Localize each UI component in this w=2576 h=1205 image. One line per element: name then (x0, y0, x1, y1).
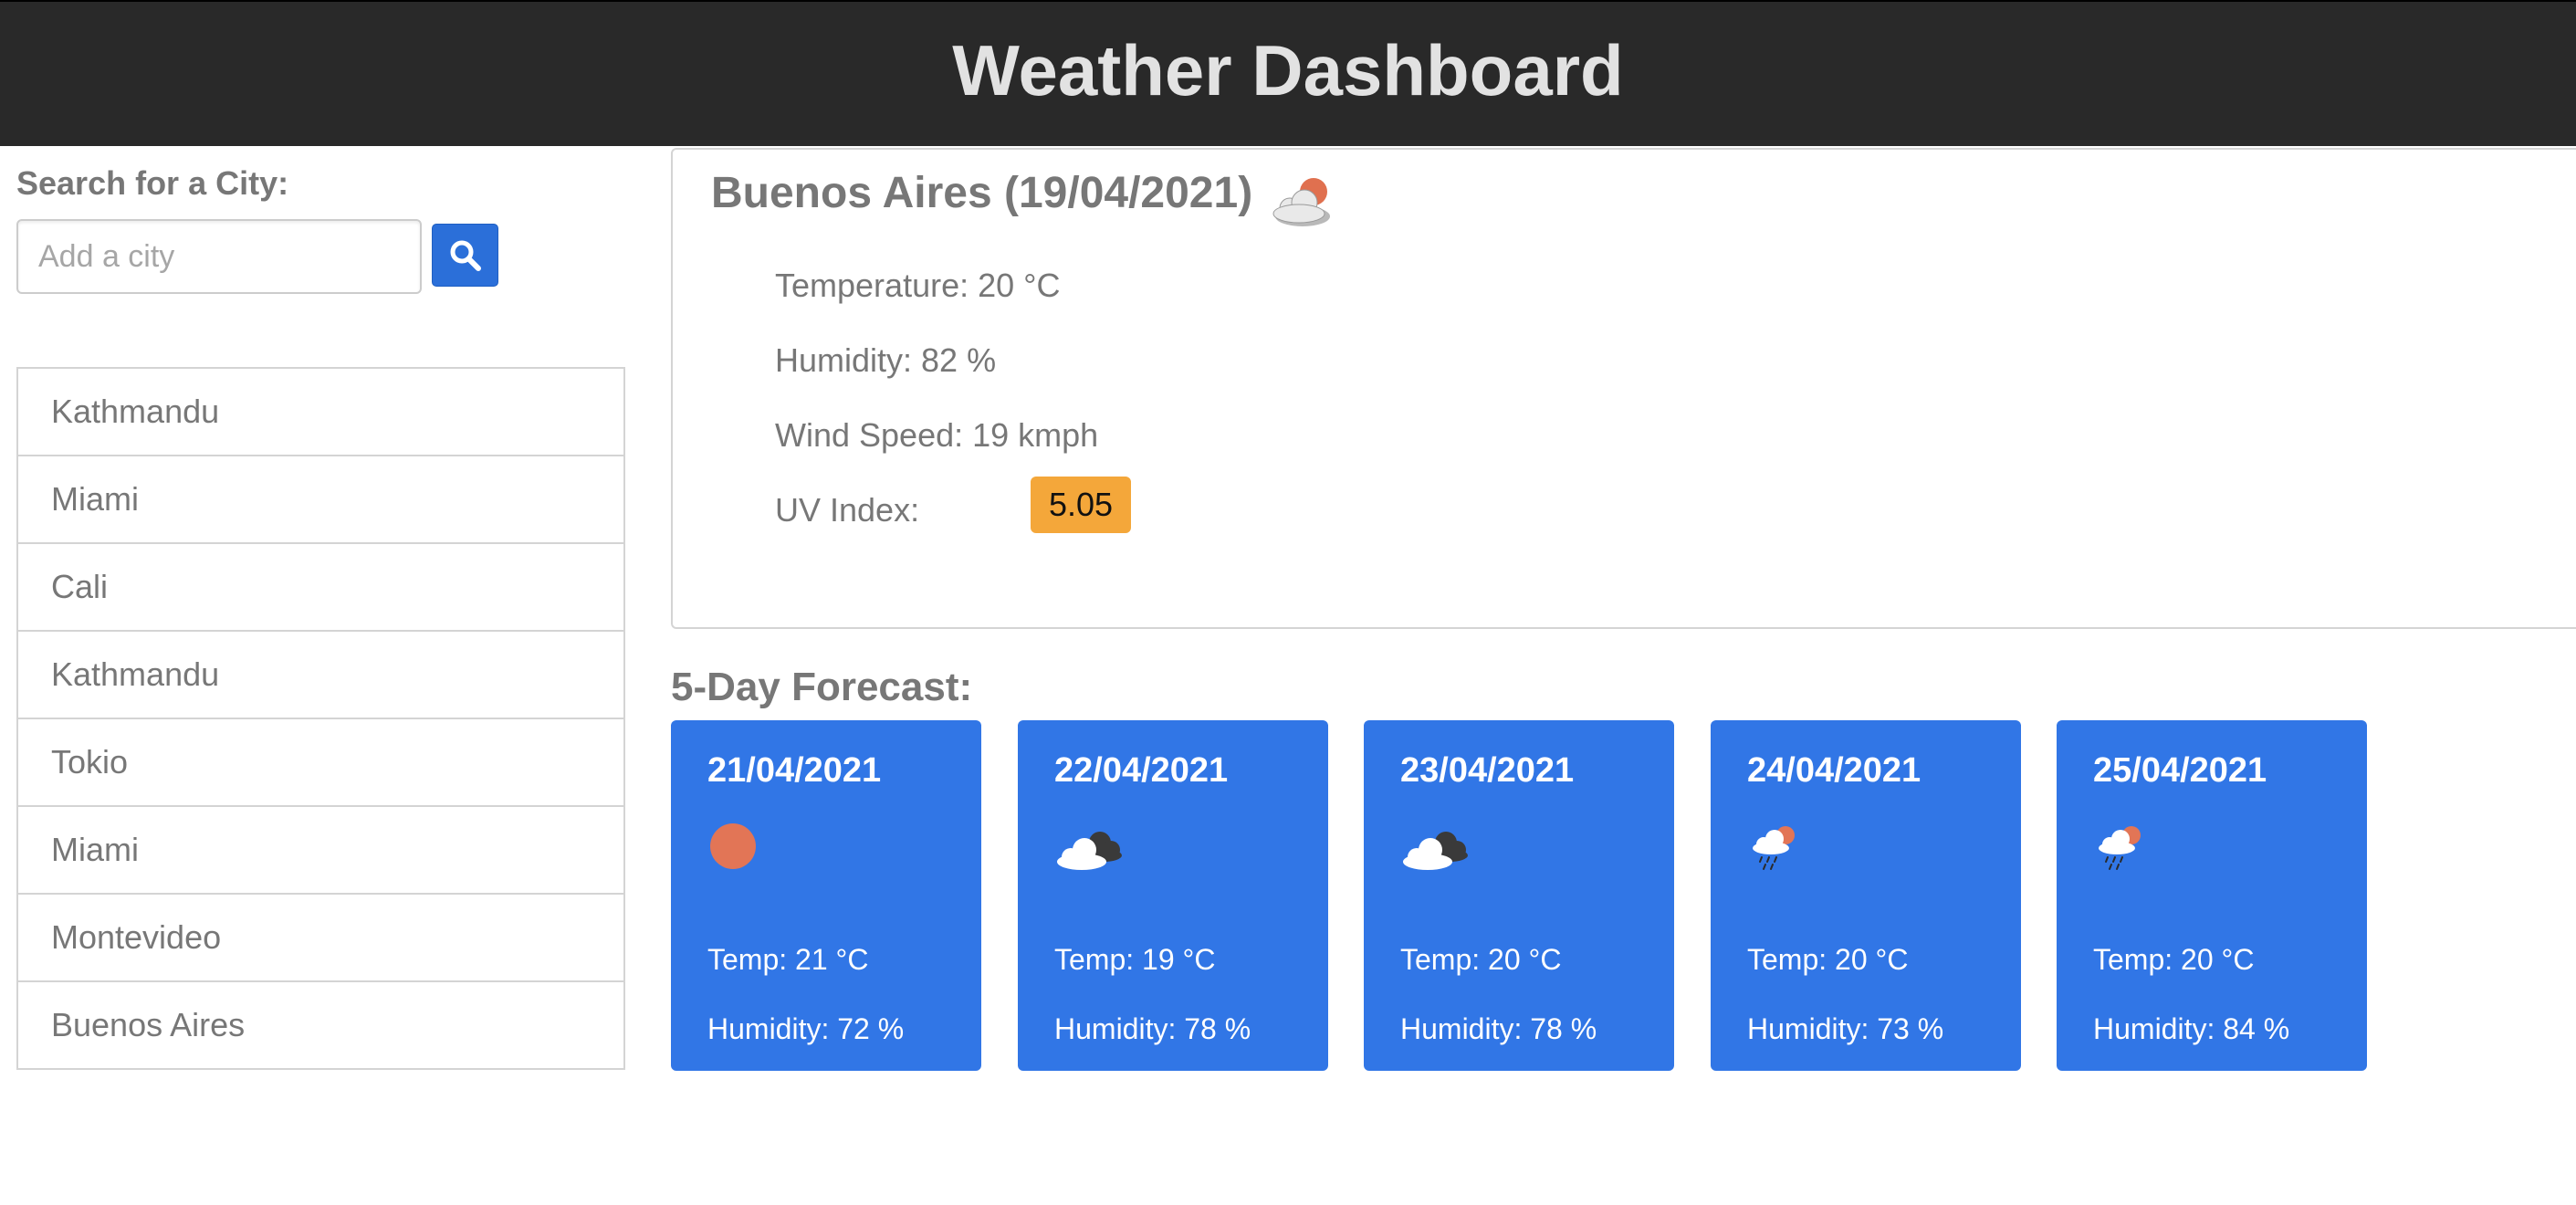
forecast-temp: Temp: 21 °C (707, 943, 869, 976)
page-header: Weather Dashboard (0, 0, 2576, 146)
forecast-date: 23/04/2021 (1400, 751, 1575, 790)
search-button[interactable] (432, 224, 498, 287)
forecast-date: 24/04/2021 (1747, 751, 1922, 790)
history-item-kathmandu[interactable]: Kathmandu (18, 632, 623, 719)
forecast-date: 21/04/2021 (707, 751, 882, 790)
history-item-kathmandu[interactable]: Kathmandu (18, 369, 623, 456)
broken-clouds-icon (1403, 832, 1468, 870)
forecast-temp: Temp: 20 °C (1747, 943, 1909, 976)
current-weather-panel: Buenos Aires (19/04/2021) Temperature: 2… (671, 148, 2576, 629)
page-title: Weather Dashboard (952, 30, 1624, 110)
forecast-humidity: Humidity: 72 % (707, 1012, 905, 1045)
forecast-temp: Temp: 20 °C (1400, 943, 1562, 976)
search-label: Search for a City: (16, 164, 289, 202)
history-item-tokio[interactable]: Tokio (18, 719, 623, 807)
current-humidity: Humidity: 82 % (775, 341, 997, 379)
forecast-date: 22/04/2021 (1054, 751, 1229, 790)
clear-sun-icon (710, 823, 756, 869)
forecast-date: 25/04/2021 (2093, 751, 2267, 790)
forecast-humidity: Humidity: 73 % (1747, 1012, 1944, 1045)
partly-cloudy-day-icon (1272, 178, 1330, 226)
light-rain-sun-icon (2099, 826, 2141, 870)
history-item-miami[interactable]: Miami (18, 807, 623, 895)
forecast-humidity: Humidity: 78 % (1054, 1012, 1251, 1045)
forecast-temp: Temp: 19 °C (1054, 943, 1216, 976)
forecast-humidity: Humidity: 78 % (1400, 1012, 1597, 1045)
forecast-card: 21/04/2021 Temp: 21 °C Humidity: 72 % (671, 720, 981, 1071)
uv-index-label: UV Index: (775, 491, 920, 529)
forecast-humidity: Humidity: 84 % (2093, 1012, 2290, 1045)
search-icon (450, 240, 481, 271)
forecast-card: 22/04/2021 Temp: 19 °C Humidity: 78 % (1018, 720, 1328, 1071)
history-item-cali[interactable]: Cali (18, 544, 623, 632)
current-wind-speed: Wind Speed: 19 kmph (775, 416, 1099, 454)
forecast-card: 24/04/2021 Temp: 20 °C Humidity: 73 % (1711, 720, 2021, 1071)
search-history-list: Kathmandu Miami Cali Kathmandu Tokio Mia… (16, 367, 625, 1070)
forecast-card: 25/04/2021 Temp: 20 °C Humidity: 84 % (2057, 720, 2367, 1071)
broken-clouds-icon (1057, 832, 1122, 870)
history-item-miami[interactable]: Miami (18, 456, 623, 544)
forecast-temp: Temp: 20 °C (2093, 943, 2255, 976)
uv-index-badge: 5.05 (1031, 477, 1131, 533)
history-item-buenos-aires[interactable]: Buenos Aires (18, 982, 623, 1068)
forecast-card: 23/04/2021 Temp: 20 °C Humidity: 78 % (1364, 720, 1674, 1071)
current-temperature: Temperature: 20 °C (775, 267, 1061, 304)
city-search-input[interactable] (16, 219, 422, 294)
light-rain-sun-icon (1753, 826, 1795, 870)
current-uv-row: UV Index: 5.05 (775, 477, 1131, 533)
history-item-montevideo[interactable]: Montevideo (18, 895, 623, 982)
current-city-title: Buenos Aires (19/04/2021) (711, 169, 1253, 217)
forecast-heading: 5-Day Forecast: (671, 665, 973, 709)
